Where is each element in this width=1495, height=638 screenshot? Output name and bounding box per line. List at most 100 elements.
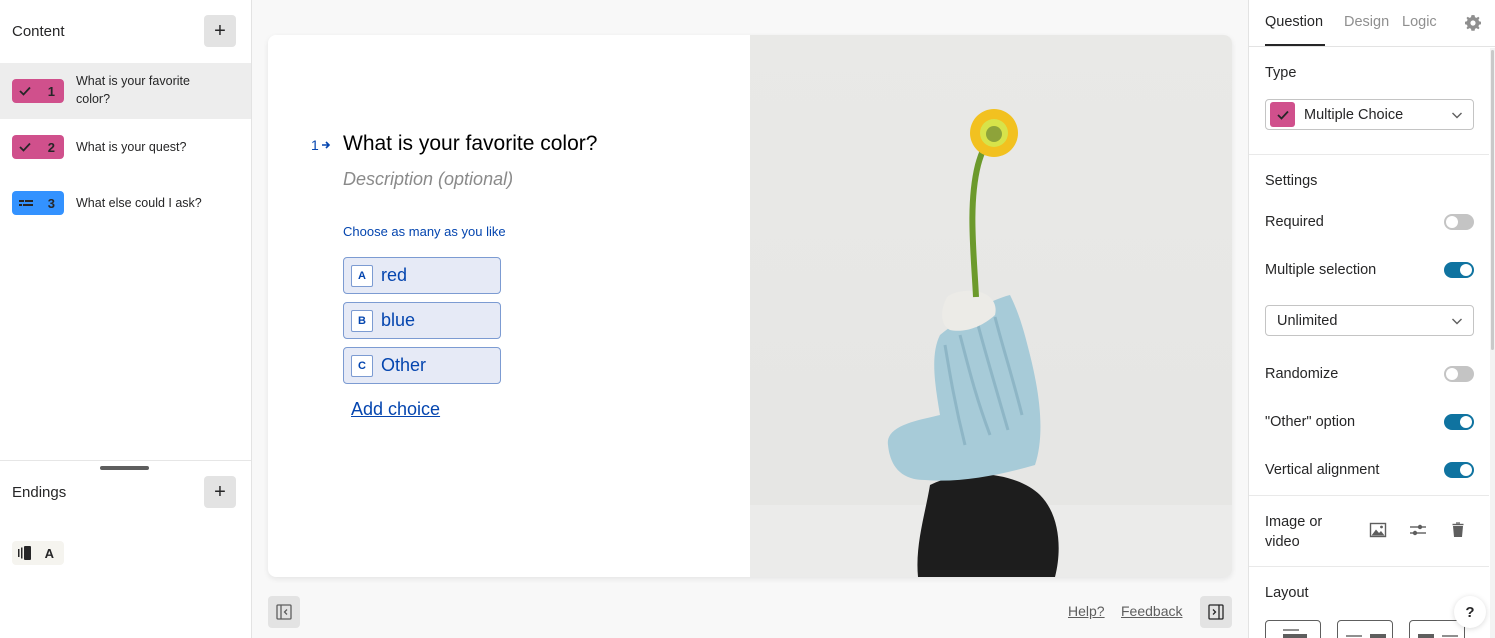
section-divider <box>1249 495 1489 496</box>
layout-option-left[interactable] <box>1409 620 1465 638</box>
question-item-2[interactable]: 2 What is your quest? <box>0 119 251 175</box>
layout-label: Layout <box>1265 585 1309 601</box>
question-preview-card: 1 What is your favorite color? Descripti… <box>268 35 1232 577</box>
choice-key: A <box>351 264 373 287</box>
setting-multiple-selection: Multiple selection <box>1265 261 1474 281</box>
section-divider <box>1249 566 1489 567</box>
selection-limit-select[interactable]: Unlimited <box>1265 305 1474 336</box>
question-list: 1 What is your favorite color? 2 What is… <box>0 63 251 231</box>
type-label: Type <box>1265 65 1297 81</box>
choice-key: B <box>351 309 373 332</box>
question-number: 1 <box>311 137 319 153</box>
question-content: 1 What is your favorite color? Descripti… <box>268 35 750 577</box>
choice-label[interactable]: red <box>381 265 407 286</box>
panel-scrollbar[interactable] <box>1490 48 1495 638</box>
add-ending-button[interactable]: + <box>204 476 236 508</box>
question-number: 2 <box>47 139 55 155</box>
ending-screen-icon <box>18 546 31 560</box>
question-badge: 2 <box>12 135 64 159</box>
question-number-indicator: 1 <box>311 137 331 153</box>
arrow-right-icon <box>321 141 330 149</box>
content-sidebar: Content + 1 What is your favorite color?… <box>0 0 252 638</box>
sidebar-divider <box>0 460 251 461</box>
panel-left-icon <box>276 604 292 620</box>
gear-icon[interactable] <box>1464 14 1482 32</box>
resize-handle[interactable] <box>100 466 149 470</box>
setting-other-option: "Other" option <box>1265 413 1474 433</box>
setting-label: Required <box>1265 214 1324 230</box>
choice-option[interactable]: B blue <box>343 302 501 339</box>
setting-label: Vertical alignment <box>1265 462 1380 478</box>
question-number: 1 <box>47 83 55 99</box>
tab-question[interactable]: Question <box>1265 14 1323 30</box>
setting-required: Required <box>1265 213 1474 233</box>
help-link[interactable]: Help? <box>1068 603 1105 619</box>
media-label: Image or video <box>1265 514 1323 550</box>
chevron-down-icon <box>1452 112 1462 119</box>
content-title: Content <box>12 23 65 40</box>
layout-option-top[interactable] <box>1265 620 1321 638</box>
required-toggle[interactable] <box>1444 214 1474 230</box>
typeform-editor: Content + 1 What is your favorite color?… <box>0 0 1495 638</box>
layout-option-right[interactable] <box>1337 620 1393 638</box>
choice-option[interactable]: C Other <box>343 347 501 384</box>
question-item-1[interactable]: 1 What is your favorite color? <box>0 63 251 119</box>
choice-label[interactable]: Other <box>381 355 426 376</box>
ending-letter: A <box>44 545 54 561</box>
add-question-button[interactable]: + <box>204 15 236 47</box>
description-input[interactable]: Description (optional) <box>343 169 513 190</box>
layout-right-icon <box>1346 634 1386 638</box>
image-icon[interactable] <box>1369 521 1387 539</box>
panel-right-icon <box>1208 604 1224 620</box>
choice-list: A red B blue C Other <box>343 257 501 392</box>
check-icon <box>19 86 31 96</box>
question-item-3[interactable]: 3 What else could I ask? <box>0 175 251 231</box>
question-badge: 1 <box>12 79 64 103</box>
short-text-icon <box>19 200 33 206</box>
question-title-input[interactable]: What is your favorite color? <box>343 132 597 156</box>
randomize-toggle[interactable] <box>1444 366 1474 382</box>
section-divider <box>1249 154 1489 155</box>
question-label: What else could I ask? <box>76 196 202 210</box>
active-tab-indicator <box>1265 44 1325 46</box>
other-option-toggle[interactable] <box>1444 414 1474 430</box>
content-header: Content + <box>0 15 251 47</box>
help-button[interactable]: ? <box>1454 596 1486 628</box>
question-label: What is your favorite color? <box>76 74 190 106</box>
choice-key: C <box>351 354 373 377</box>
question-badge: 3 <box>12 191 64 215</box>
selection-limit-value: Unlimited <box>1277 312 1338 329</box>
endings-header: Endings + <box>0 476 251 508</box>
feedback-link[interactable]: Feedback <box>1121 603 1182 619</box>
tab-logic[interactable]: Logic <box>1402 14 1437 30</box>
add-choice-link[interactable]: Add choice <box>351 399 440 420</box>
layout-left-icon <box>1418 634 1458 638</box>
choice-option[interactable]: A red <box>343 257 501 294</box>
type-swatch <box>1270 102 1295 127</box>
flower-sculpture-image <box>750 109 1232 577</box>
trash-icon[interactable] <box>1449 521 1467 539</box>
scrollbar-thumb[interactable] <box>1491 50 1494 350</box>
setting-randomize: Randomize <box>1265 365 1474 385</box>
collapse-left-panel-button[interactable] <box>268 596 300 628</box>
check-icon <box>1276 110 1289 120</box>
vertical-alignment-toggle[interactable] <box>1444 462 1474 478</box>
panel-tabs: Question Design Logic <box>1249 0 1495 47</box>
sliders-icon[interactable] <box>1409 521 1427 539</box>
setting-label: Randomize <box>1265 366 1339 382</box>
ending-item-a[interactable]: A <box>12 541 64 565</box>
question-label: What is your quest? <box>76 140 187 154</box>
tab-design[interactable]: Design <box>1344 14 1389 30</box>
multiple-selection-toggle[interactable] <box>1444 262 1474 278</box>
collapse-right-panel-button[interactable] <box>1200 596 1232 628</box>
type-value: Multiple Choice <box>1304 106 1404 123</box>
setting-vertical-alignment: Vertical alignment <box>1265 461 1474 481</box>
check-icon <box>19 142 31 152</box>
setting-label: "Other" option <box>1265 414 1356 430</box>
choice-label[interactable]: blue <box>381 310 415 331</box>
settings-label: Settings <box>1265 173 1318 189</box>
editor-canvas: 1 What is your favorite color? Descripti… <box>252 0 1248 638</box>
question-type-select[interactable]: Multiple Choice <box>1265 99 1474 130</box>
setting-label: Multiple selection <box>1265 262 1377 278</box>
chevron-down-icon <box>1452 318 1462 325</box>
